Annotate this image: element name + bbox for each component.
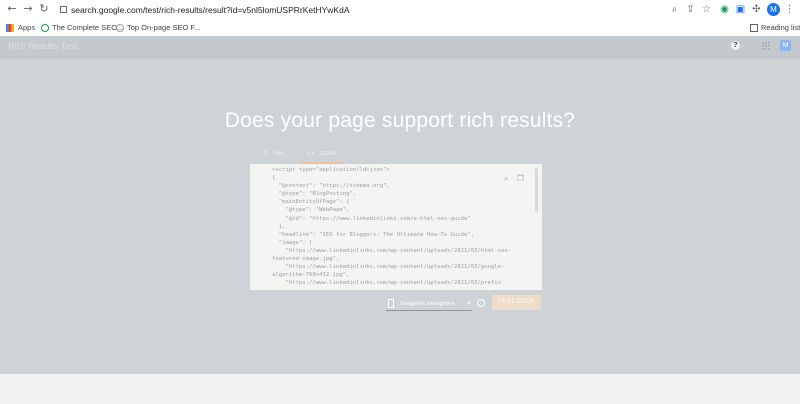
globe-icon: ⊖	[263, 151, 269, 157]
bookmark-star-icon[interactable]: ☆	[700, 3, 713, 16]
code-line: "@type": "WebPage",	[272, 207, 350, 214]
device-select-value: Googlebot smartphone	[400, 301, 455, 307]
reload-icon[interactable]: ↻	[38, 3, 50, 15]
code-line: "mainEntityOfPage": {	[272, 199, 350, 206]
code-line: "https://www.linkedinlinks.com/wp-conten…	[272, 264, 505, 271]
extension-screen-icon[interactable]: ▣	[734, 3, 747, 16]
app-title: Rich Results Test	[8, 41, 78, 51]
code-line: featured-image.jpg",	[272, 256, 340, 263]
code-line: "@type": "BlogPosting",	[272, 191, 357, 198]
extension-g-icon[interactable]: ◉	[718, 3, 731, 16]
bookmark-apps[interactable]: Apps	[18, 20, 35, 36]
tab-code-label: CODE	[319, 151, 338, 157]
reading-list-icon	[750, 24, 758, 32]
share-icon[interactable]: ⇪	[684, 3, 697, 16]
code-brackets-icon: <>	[307, 151, 315, 157]
code-line: "image": [	[272, 239, 313, 246]
editor-tools: ⌕ ❐	[504, 174, 524, 184]
tab-url[interactable]: ⊖ URL	[263, 148, 286, 160]
apps-grid-icon	[6, 24, 14, 32]
info-icon[interactable]: i	[477, 299, 485, 307]
test-code-button[interactable]: TEST CODE	[492, 295, 541, 310]
code-line: "headline": "SEO for Bloggers: The Ultim…	[272, 231, 475, 238]
address-bar[interactable]: search.google.com/test/rich-results/resu…	[71, 3, 350, 17]
account-avatar[interactable]: M	[780, 40, 791, 51]
code-line: "https://www.linkedinlinks.com/wp-conten…	[272, 280, 502, 287]
more-menu-icon[interactable]: ⋮	[783, 3, 796, 16]
google-apps-icon[interactable]	[762, 42, 770, 50]
search-icon[interactable]: ⌕	[504, 174, 508, 183]
page-headline: Does your page support rich results?	[224, 109, 576, 132]
chevron-down-icon: ▾	[467, 301, 470, 307]
back-icon[interactable]: ←	[6, 3, 18, 15]
editor-scrollbar[interactable]	[535, 168, 538, 212]
profile-avatar[interactable]: M	[767, 3, 780, 16]
tab-code[interactable]: <> CODE	[307, 148, 337, 160]
copy-icon[interactable]: ❐	[517, 174, 524, 183]
code-line: },	[272, 223, 286, 230]
code-line: "@id": "https://www.linkedinlinks.com/e-…	[272, 215, 471, 222]
globe-icon	[116, 24, 124, 32]
extensions-puzzle-icon[interactable]: ✣	[750, 3, 763, 16]
bookmark-favicon-icon	[41, 24, 49, 32]
code-line: "https://www.linkedinlinks.com/wp-conten…	[272, 247, 512, 254]
code-line: {	[272, 175, 276, 182]
app-header: Rich Results Test ? M	[0, 36, 800, 59]
help-icon[interactable]: ?	[731, 41, 740, 50]
code-line: "@context": "https://schema.org",	[272, 183, 390, 190]
search-icon[interactable]: ⌕	[668, 3, 681, 16]
browser-toolbar: ← → ↻ search.google.com/test/rich-result…	[0, 0, 800, 21]
bookmarks-bar: Apps The Complete SEO... Top On-page SEO…	[0, 20, 800, 37]
code-line: algorithm-768x432.jpg",	[272, 272, 350, 279]
tab-url-label: URL	[273, 151, 286, 157]
bookmark-top-onpage-seo[interactable]: Top On-page SEO F...	[127, 20, 200, 36]
device-select[interactable]: Googlebot smartphone ▾	[386, 298, 472, 311]
code-text[interactable]: <script type="application/ld+json"> { "@c…	[272, 166, 538, 287]
forward-icon[interactable]: →	[22, 3, 34, 15]
bookmark-complete-seo[interactable]: The Complete SEO...	[52, 20, 123, 36]
code-line: <script type="application/ld+json">	[272, 167, 390, 173]
reading-list-link[interactable]: Reading list	[761, 20, 800, 36]
code-editor[interactable]: <script type="application/ld+json"> { "@c…	[250, 164, 542, 290]
lock-icon	[60, 6, 67, 13]
page-content: Rich Results Test ? M Does your page sup…	[0, 36, 800, 404]
